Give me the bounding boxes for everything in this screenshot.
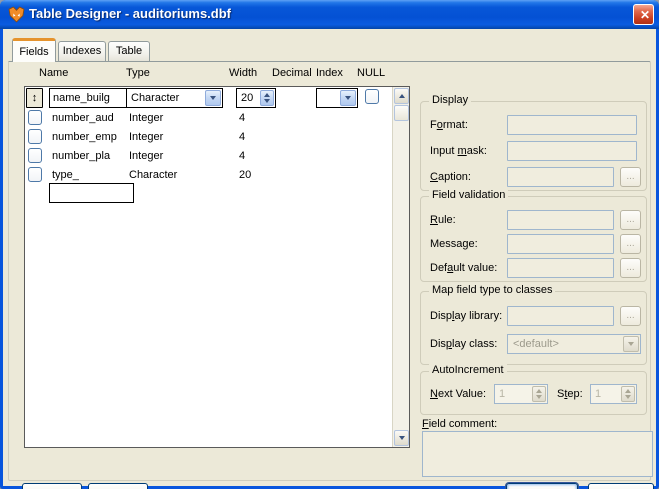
scroll-down-icon[interactable] bbox=[394, 430, 409, 446]
next-value-spinner: 1 bbox=[494, 384, 548, 404]
rule-ellipsis-button[interactable]: ... bbox=[620, 210, 641, 230]
next-value: 1 bbox=[499, 388, 506, 400]
field-name-input[interactable] bbox=[49, 88, 134, 108]
row-name[interactable]: number_pla bbox=[52, 150, 110, 162]
grid-scrollbar[interactable] bbox=[392, 87, 409, 447]
title-bar[interactable]: Table Designer - auditoriums.dbf ✕ bbox=[0, 0, 659, 29]
field-comment-label: Field comment: bbox=[422, 418, 498, 430]
display-group-title: Display bbox=[429, 94, 472, 106]
rule-label: Rule: bbox=[430, 214, 456, 226]
ok-button[interactable]: OK bbox=[506, 483, 578, 489]
step-label: Step: bbox=[557, 388, 583, 400]
field-type-value: Character bbox=[131, 92, 180, 104]
tab-table[interactable]: Table bbox=[108, 41, 150, 62]
display-library-ellipsis-button[interactable]: ... bbox=[620, 306, 641, 326]
row-name[interactable]: number_aud bbox=[52, 112, 114, 124]
row-type: Integer bbox=[129, 131, 164, 143]
row-width: 4 bbox=[239, 150, 246, 162]
rule-field[interactable] bbox=[507, 210, 614, 230]
column-header-index: Index bbox=[316, 67, 343, 79]
message-label: Message: bbox=[430, 238, 478, 250]
cancel-button[interactable]: Cancel bbox=[588, 483, 654, 489]
display-class-value: <default> bbox=[513, 338, 559, 350]
field-width-value: 20 bbox=[241, 92, 254, 104]
row-width: 4 bbox=[239, 112, 246, 124]
spinner-arrows-icon[interactable] bbox=[260, 90, 274, 106]
column-header-null: NULL bbox=[357, 67, 386, 79]
row-type: Character bbox=[129, 169, 178, 181]
field-type-combo[interactable]: Character bbox=[126, 88, 223, 108]
new-field-name-input[interactable] bbox=[49, 183, 134, 203]
default-value-label: Default value: bbox=[430, 262, 498, 274]
row-type: Integer bbox=[129, 112, 164, 124]
spinner-arrows-icon bbox=[532, 386, 546, 402]
caption-label: Caption: bbox=[430, 171, 471, 183]
map-group-title: Map field type to classes bbox=[429, 284, 556, 296]
chevron-down-icon bbox=[623, 336, 639, 352]
fields-tab-page: Name Type Width Decimal Index NULL ↕ Cha… bbox=[8, 61, 654, 489]
caption-ellipsis-button[interactable]: ... bbox=[620, 167, 641, 187]
display-class-combo[interactable]: <default> bbox=[507, 334, 641, 354]
step-value: 1 bbox=[595, 388, 602, 400]
field-width-spinner[interactable]: 20 bbox=[236, 88, 276, 108]
input-mask-field[interactable] bbox=[507, 141, 637, 161]
spinner-arrows-icon bbox=[621, 386, 635, 402]
insert-button[interactable]: Insert bbox=[22, 483, 82, 489]
autoincrement-group-title: AutoIncrement bbox=[429, 364, 507, 376]
column-header-name: Name bbox=[39, 67, 69, 79]
tab-indexes[interactable]: Indexes bbox=[58, 41, 106, 62]
chevron-down-icon[interactable] bbox=[340, 90, 356, 106]
message-field[interactable] bbox=[507, 234, 614, 254]
format-label: Format: bbox=[430, 119, 468, 131]
row-select-button[interactable] bbox=[28, 167, 42, 182]
format-field[interactable] bbox=[507, 115, 637, 135]
display-library-label: Display library: bbox=[430, 310, 503, 322]
caption-field[interactable] bbox=[507, 167, 614, 187]
row-mover-button[interactable]: ↕ bbox=[26, 88, 43, 108]
row-name[interactable]: type_ bbox=[52, 169, 79, 181]
next-value-label: Next Value: bbox=[430, 388, 487, 400]
column-header-type: Type bbox=[126, 67, 150, 79]
tab-fields[interactable]: Fields bbox=[12, 38, 56, 62]
row-width: 20 bbox=[239, 169, 252, 181]
chevron-down-icon[interactable] bbox=[205, 90, 221, 106]
default-value-field[interactable] bbox=[507, 258, 614, 278]
null-checkbox[interactable] bbox=[365, 89, 379, 104]
field-validation-group: Field validation Rule: Message: Default … bbox=[420, 189, 647, 282]
display-group: Display Format: Input mask: Caption: ... bbox=[420, 94, 647, 191]
field-validation-group-title: Field validation bbox=[429, 189, 509, 201]
foxpro-fox-icon bbox=[8, 6, 25, 23]
field-comment-textarea[interactable] bbox=[422, 431, 653, 477]
fields-grid: ↕ Character 20 number_aud Int bbox=[24, 86, 410, 448]
default-value-ellipsis-button[interactable]: ... bbox=[620, 258, 641, 278]
display-library-field[interactable] bbox=[507, 306, 614, 326]
row-select-button[interactable] bbox=[28, 148, 42, 163]
delete-button[interactable]: Delete bbox=[88, 483, 148, 489]
autoincrement-group: AutoIncrement Next Value: 1 Step: 1 bbox=[420, 364, 647, 415]
row-width: 4 bbox=[239, 131, 246, 143]
message-ellipsis-button[interactable]: ... bbox=[620, 234, 641, 254]
dialog-client-area: Fields Indexes Table Name Type Width Dec… bbox=[3, 29, 656, 489]
row-select-button[interactable] bbox=[28, 129, 42, 144]
scroll-up-icon[interactable] bbox=[394, 88, 409, 104]
row-select-button[interactable] bbox=[28, 110, 42, 125]
row-name[interactable]: number_emp bbox=[52, 131, 117, 143]
display-class-label: Display class: bbox=[430, 338, 498, 350]
window-title: Table Designer - auditoriums.dbf bbox=[29, 6, 232, 21]
input-mask-label: Input mask: bbox=[430, 145, 487, 157]
row-type: Integer bbox=[129, 150, 164, 162]
close-button[interactable]: ✕ bbox=[633, 4, 654, 25]
field-index-combo[interactable] bbox=[316, 88, 358, 108]
map-field-type-group: Map field type to classes Display librar… bbox=[420, 284, 647, 365]
column-header-decimal: Decimal bbox=[272, 67, 312, 79]
column-header-width: Width bbox=[229, 67, 258, 79]
scrollbar-thumb[interactable] bbox=[394, 105, 409, 121]
step-spinner: 1 bbox=[590, 384, 637, 404]
table-designer-window: Table Designer - auditoriums.dbf ✕ Field… bbox=[0, 0, 659, 489]
